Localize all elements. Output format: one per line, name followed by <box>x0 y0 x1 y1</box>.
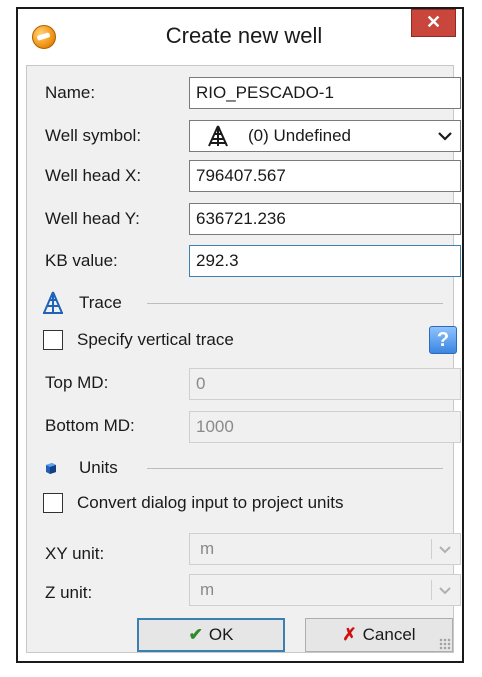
well-head-y-label: Well head Y: <box>45 209 140 228</box>
xy-unit-row: XY unit: m <box>27 533 461 567</box>
well-head-y-input[interactable]: 636721.236 <box>189 203 461 235</box>
trace-divider <box>147 303 443 304</box>
help-button[interactable]: ? <box>429 326 457 354</box>
well-head-y-row: Well head Y: 636721.236 <box>27 202 461 236</box>
chevron-down-icon <box>438 132 452 141</box>
xy-unit-label: XY unit: <box>45 544 105 563</box>
name-input[interactable]: RIO_PESCADO-1 <box>189 77 461 109</box>
bottom-md-input[interactable]: 1000 <box>189 411 461 443</box>
ok-button[interactable]: ✔ OK <box>137 618 285 652</box>
cancel-button[interactable]: ✗ Cancel <box>305 618 453 652</box>
dialog-title: Create new well <box>165 23 323 48</box>
name-row: Name: RIO_PESCADO-1 <box>27 76 461 110</box>
title-bar[interactable]: Create new well ✕ <box>18 9 462 65</box>
x-icon: ✗ <box>342 625 357 644</box>
specify-trace-row: Specify vertical trace ? <box>27 325 457 357</box>
well-head-x-row: Well head X: 796407.567 <box>27 159 461 193</box>
top-md-label: Top MD: <box>45 373 109 392</box>
units-section-label: Units <box>79 458 118 477</box>
z-unit-select[interactable]: m <box>189 574 461 606</box>
specify-trace-checkbox[interactable] <box>43 330 63 350</box>
xy-unit-value: m <box>200 539 215 558</box>
well-head-x-input[interactable]: 796407.567 <box>189 160 461 192</box>
name-label: Name: <box>45 83 96 102</box>
kb-value-input[interactable]: 292.3 <box>189 245 461 277</box>
ok-label: OK <box>208 625 234 644</box>
trace-section-header: Trace <box>27 288 453 318</box>
top-md-row: Top MD: 0 <box>27 366 461 400</box>
convert-units-label[interactable]: Convert dialog input to project units <box>77 488 344 518</box>
kb-value-row: KB value: 292.3 <box>27 244 461 278</box>
xy-unit-divider <box>431 539 432 559</box>
create-well-dialog: Create new well ✕ Name: RIO_PESCADO-1 We… <box>16 7 464 663</box>
help-icon: ? <box>436 329 450 351</box>
resize-grip[interactable] <box>439 638 451 650</box>
chevron-down-icon <box>439 546 451 554</box>
close-button[interactable]: ✕ <box>411 9 456 37</box>
z-unit-label: Z unit: <box>45 583 93 602</box>
bottom-md-row: Bottom MD: 1000 <box>27 409 461 443</box>
convert-units-row: Convert dialog input to project units <box>27 488 453 520</box>
convert-units-checkbox[interactable] <box>43 493 63 513</box>
trace-well-icon <box>43 291 63 314</box>
top-md-input[interactable]: 0 <box>189 368 461 400</box>
close-icon: ✕ <box>425 12 442 32</box>
dialog-body: Name: RIO_PESCADO-1 Well symbol: (0) Und… <box>26 65 461 653</box>
well-symbol-row: Well symbol: (0) Undefined <box>27 119 461 153</box>
well-symbol-label: Well symbol: <box>45 126 142 145</box>
units-section-header: Units <box>27 453 453 483</box>
cancel-label: Cancel <box>362 625 416 644</box>
kb-value-label: KB value: <box>45 251 118 270</box>
z-unit-row: Z unit: m <box>27 572 461 606</box>
well-symbol-select[interactable]: (0) Undefined <box>189 120 461 152</box>
well-head-x-label: Well head X: <box>45 166 142 185</box>
specify-trace-label[interactable]: Specify vertical trace <box>77 325 234 355</box>
well-symbol-icon <box>208 125 228 147</box>
trace-section-label: Trace <box>79 293 122 312</box>
units-cube-icon <box>46 463 56 474</box>
chevron-down-icon <box>439 587 451 595</box>
well-symbol-value: (0) Undefined <box>248 126 352 145</box>
z-unit-value: m <box>200 580 215 599</box>
xy-unit-select[interactable]: m <box>189 533 461 565</box>
z-unit-divider <box>431 580 432 600</box>
units-divider <box>147 468 443 469</box>
bottom-md-label: Bottom MD: <box>45 416 135 435</box>
check-icon: ✔ <box>188 625 203 644</box>
